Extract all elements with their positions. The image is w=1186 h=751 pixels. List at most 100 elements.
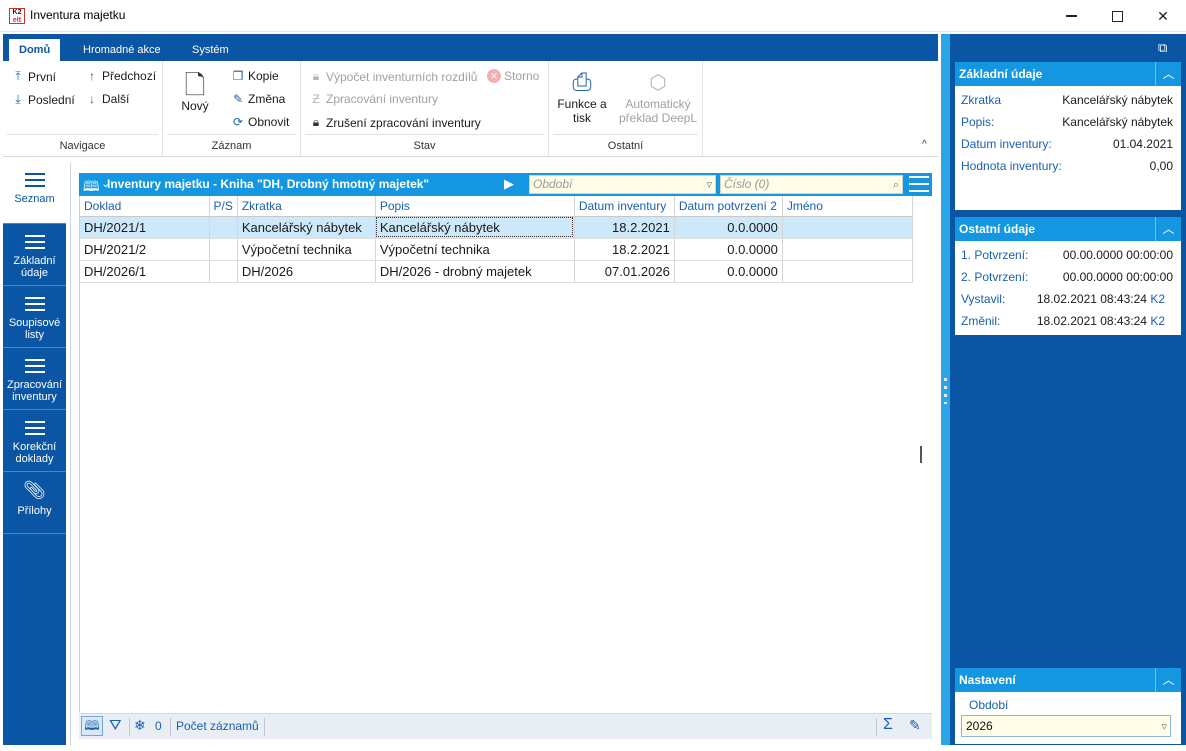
- info-row: Popis: Kancelářský nábytek: [955, 111, 1181, 133]
- info-value: 18.02.2021 08:43:24 K2: [1037, 292, 1165, 306]
- deepl-translate-button[interactable]: ⬡ Automatický překlad DeepL: [615, 69, 701, 125]
- info-label: Hodnota inventury:: [961, 159, 1062, 173]
- splitter-grip[interactable]: [944, 378, 947, 404]
- z-icon: Ƶ: [312, 92, 320, 106]
- calc-differences-button[interactable]: 🔒︎ Výpočet inventurních rozdílů: [309, 69, 478, 84]
- group-separator: [7, 134, 158, 135]
- info-label: Vystavil:: [961, 292, 1006, 306]
- nav-item-label-2: listy: [25, 329, 44, 341]
- cancel-processing-button[interactable]: 🔒︎ Zrušení zpracování inventury: [309, 115, 481, 130]
- panel-title: Ostatní údaje: [959, 222, 1036, 236]
- user-link[interactable]: K2: [1150, 292, 1165, 306]
- ribbon-group-label: Ostatní: [607, 140, 644, 152]
- functions-print-label-1: Funkce a: [557, 97, 607, 111]
- functions-print-button[interactable]: ⎙ Funkce a tisk: [553, 69, 611, 125]
- scrollbar-thumb[interactable]: [920, 446, 922, 463]
- info-row: Zkratka Kancelářský nábytek: [955, 89, 1181, 111]
- edit-columns-button[interactable]: ✎: [909, 717, 921, 734]
- chevron-up-icon[interactable]: ︿: [1155, 217, 1181, 241]
- chevron-up-icon[interactable]: ︿: [1155, 668, 1181, 692]
- tab-system[interactable]: Systém: [184, 39, 237, 61]
- period-filter-input[interactable]: Období ▿: [529, 175, 716, 194]
- last-button[interactable]: ⤓ Poslední: [11, 92, 75, 107]
- nav-item-seznam[interactable]: Seznam: [3, 163, 66, 224]
- ribbon-group-label: Stav: [413, 140, 436, 152]
- info-value: 00.00.0000 00:00:00: [1063, 248, 1173, 262]
- group-separator: [553, 134, 698, 135]
- number-filter-input[interactable]: Číslo (0) ⌕: [720, 175, 903, 194]
- next-button[interactable]: ↓ Další: [85, 92, 129, 106]
- panel-header: Nastavení ︿: [955, 668, 1181, 692]
- status-separator: [170, 718, 171, 736]
- process-inventory-label: Zpracování inventury: [326, 92, 439, 106]
- table-row[interactable]: DH/2026/1 DH/2026 DH/2026 - drobný majet…: [80, 260, 913, 283]
- process-inventory-button[interactable]: Ƶ Zpracování inventury: [309, 92, 438, 106]
- copy-button[interactable]: ❐ Kopie: [231, 69, 279, 83]
- nav-item-zakladni-udaje[interactable]: Základní údaje: [3, 225, 66, 286]
- nav-item-korekcni-doklady[interactable]: Korekční doklady: [3, 411, 66, 472]
- sum-button[interactable]: Σ: [883, 716, 893, 734]
- record-count-button[interactable]: Počet záznamů: [176, 719, 259, 733]
- panel-title: Základní údaje: [959, 67, 1043, 81]
- book-icon: 🕮: [84, 718, 100, 733]
- popout-icon[interactable]: ⧉: [1158, 40, 1167, 56]
- column-header-ps[interactable]: P/S: [209, 196, 238, 217]
- cell-ps: [209, 216, 238, 239]
- status-separator: [129, 718, 130, 736]
- cell-ps: [209, 260, 238, 283]
- maximize-button[interactable]: [1094, 0, 1140, 32]
- list-icon: [24, 235, 45, 249]
- column-header-doklad[interactable]: Doklad: [80, 196, 210, 217]
- column-header-zkratka[interactable]: Zkratka: [237, 196, 376, 217]
- group-separator: [305, 134, 544, 135]
- status-separator: [876, 718, 877, 736]
- chevron-up-icon[interactable]: ︿: [1155, 62, 1181, 86]
- nav-item-zpracovani-inventury[interactable]: Zpracování inventury: [3, 349, 66, 410]
- minimize-button[interactable]: [1048, 0, 1094, 32]
- info-row: Vystavil: 18.02.2021 08:43:24 K2: [955, 288, 1181, 310]
- app-logo: K2 elt: [9, 8, 25, 24]
- table-row[interactable]: DH/2021/2 Výpočetní technika Výpočetní t…: [80, 238, 913, 261]
- edit-button[interactable]: ✎ Změna: [231, 92, 285, 106]
- column-header-datum-inventury[interactable]: Datum inventury: [574, 196, 675, 217]
- grid-menu-icon[interactable]: [909, 176, 929, 192]
- table-row[interactable]: DH/2021/1 Kancelářský nábytek Kancelářsk…: [80, 216, 913, 239]
- tab-hromadne-akce[interactable]: Hromadné akce: [75, 39, 169, 61]
- nav-item-soupisove-listy[interactable]: Soupisové listy: [3, 287, 66, 348]
- collapse-ribbon-button[interactable]: ^: [922, 139, 927, 150]
- last-label: Poslední: [28, 92, 75, 107]
- pencil-icon: ✎: [232, 92, 244, 106]
- period-select[interactable]: 2026 ▿: [961, 715, 1171, 737]
- book-view-button[interactable]: 🕮: [81, 716, 103, 736]
- next-label: Další: [102, 92, 130, 106]
- previous-button[interactable]: ↑ Předchozí: [85, 69, 156, 83]
- new-button[interactable]: 🗋 Nový: [175, 71, 215, 113]
- info-label: Datum inventury:: [961, 137, 1052, 151]
- play-icon[interactable]: ▶: [504, 176, 514, 192]
- list-icon: [24, 359, 45, 373]
- search-icon[interactable]: ⌕: [893, 177, 899, 194]
- refresh-button[interactable]: ⟳ Obnovit: [231, 115, 289, 129]
- tab-domu[interactable]: Domů: [9, 39, 61, 61]
- column-header-jmeno[interactable]: Jméno: [782, 196, 913, 217]
- dropdown-icon[interactable]: ▿: [1161, 717, 1167, 737]
- nav-item-label: Seznam: [14, 193, 55, 205]
- info-value: Kancelářský nábytek: [1062, 93, 1173, 107]
- grid-toolbar: 🕮 ⌄ Inventury majetku - Kniha "DH, Drobn…: [79, 173, 932, 196]
- column-header-popis[interactable]: Popis: [375, 196, 575, 217]
- nav-item-prilohy[interactable]: 📎︎ Přílohy: [3, 473, 66, 534]
- storno-button[interactable]: ✕ Storno: [487, 69, 539, 83]
- user-link[interactable]: K2: [1150, 314, 1165, 328]
- nav-item-label: Základní: [13, 255, 56, 267]
- list-icon: [24, 297, 45, 311]
- snowflake-button[interactable]: ❄: [134, 717, 146, 734]
- column-header-datum-potvrzeni[interactable]: Datum potvrzení 2: [674, 196, 783, 217]
- close-button[interactable]: ✕: [1140, 0, 1186, 32]
- first-button[interactable]: ⤒ První: [11, 69, 56, 84]
- pencil-icon: ✎: [909, 717, 921, 733]
- info-label: Popis:: [961, 115, 995, 129]
- cell-jmeno: [782, 216, 913, 239]
- sigma-icon: Σ: [883, 716, 893, 733]
- filter-button[interactable]: ⛛: [109, 717, 122, 734]
- dropdown-icon[interactable]: ▿: [706, 177, 712, 194]
